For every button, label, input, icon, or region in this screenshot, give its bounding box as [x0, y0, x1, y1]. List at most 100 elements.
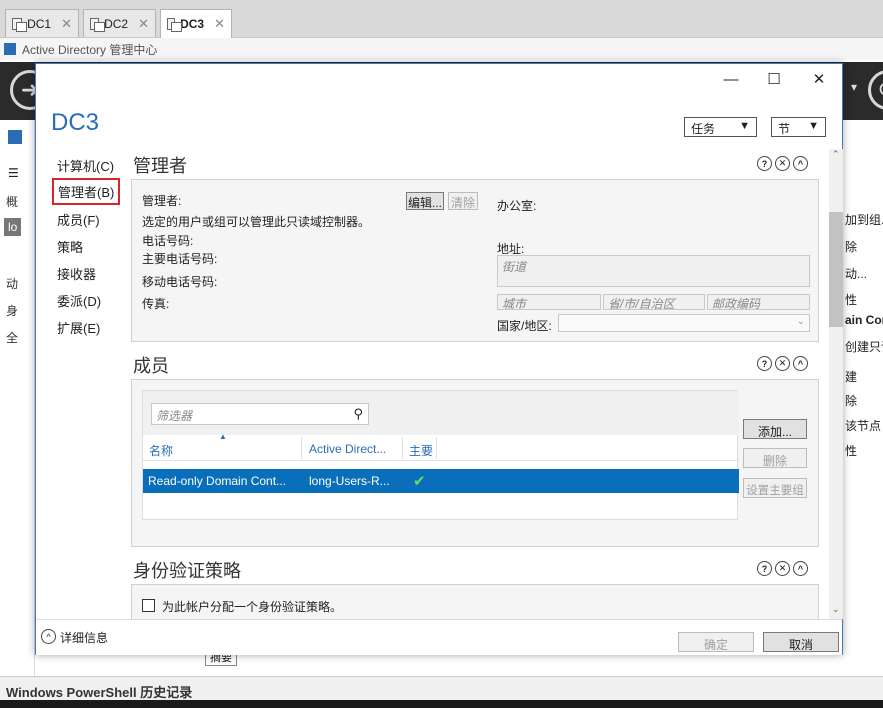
search-icon[interactable]: ⚲: [353, 406, 363, 422]
street-field[interactable]: 街道: [497, 255, 810, 287]
nav-policy[interactable]: 策略: [57, 237, 83, 256]
primary-check-icon: ✔: [413, 473, 426, 490]
clear-button[interactable]: 清除: [448, 192, 478, 210]
country-label: 国家/地区:: [497, 319, 552, 333]
country-select[interactable]: ⌄: [558, 314, 810, 332]
close-icon[interactable]: ✕: [775, 561, 790, 576]
task-node[interactable]: 该节点: [845, 417, 881, 434]
sections-dropdown[interactable]: 节 ▼: [771, 117, 826, 137]
chevron-down-icon[interactable]: ▾: [851, 80, 857, 94]
zip-field[interactable]: 邮政编码: [707, 294, 810, 311]
nav-members[interactable]: 成员(F): [57, 210, 100, 229]
members-panel: 筛选器 ⚲ 名称 ▲ Active Direct... 主要 Read-only…: [131, 379, 819, 547]
tab-label: DC3: [180, 17, 205, 31]
sections-dropdown-label: 节: [778, 122, 791, 136]
column-ad-path[interactable]: Active Direct...: [309, 442, 386, 456]
task-properties-2[interactable]: 性: [845, 442, 857, 459]
scroll-down-icon[interactable]: ⌄: [832, 604, 840, 615]
help-icon[interactable]: ?: [757, 356, 772, 371]
column-divider: [436, 437, 437, 459]
add-member-button[interactable]: 添加...: [743, 419, 807, 439]
chevron-down-icon: ▼: [808, 120, 819, 132]
nav-delegation[interactable]: 委派(D): [57, 291, 101, 310]
bg-nav-identity[interactable]: 身: [6, 302, 18, 319]
collapse-icon[interactable]: ^: [793, 356, 808, 371]
close-icon[interactable]: ✕: [61, 16, 72, 32]
task-add-to-group[interactable]: 加到组...: [845, 211, 883, 228]
column-name[interactable]: 名称: [149, 442, 173, 459]
column-divider: [402, 437, 403, 459]
minimize-button[interactable]: —: [716, 68, 746, 90]
chevron-down-icon: ⌄: [796, 316, 805, 327]
list-icon[interactable]: ☰: [8, 166, 19, 180]
tab-label: DC1: [27, 16, 52, 31]
task-properties[interactable]: 性: [845, 291, 857, 308]
ok-button[interactable]: 确定: [678, 632, 754, 652]
bg-nav-overview[interactable]: 概: [6, 193, 18, 210]
auth-policy-checkbox[interactable]: [142, 599, 155, 612]
expand-details-icon[interactable]: ^: [41, 629, 56, 644]
manager-label: 管理者:: [142, 194, 182, 208]
filter-placeholder: 筛选器: [156, 409, 193, 423]
task-move[interactable]: 动...: [845, 265, 867, 282]
powershell-history-label[interactable]: Windows PowerShell 历史记录: [0, 676, 883, 700]
server-icon: [90, 17, 106, 32]
task-section-header: ain Cor: [845, 313, 883, 327]
task-delete[interactable]: 除: [845, 392, 857, 409]
users-icon[interactable]: [8, 130, 22, 144]
collapse-icon[interactable]: ^: [793, 561, 808, 576]
properties-dialog: — ☐ ✕ DC3 任务 ▼ 节 ▼ 计算机(C) 管理者(B) 成员(F) 策…: [35, 63, 843, 655]
close-icon[interactable]: ✕: [138, 16, 149, 32]
city-field[interactable]: 城市: [497, 294, 601, 311]
column-header-row: 名称 ▲ Active Direct... 主要: [143, 432, 739, 461]
tab-dc3[interactable]: DC3 ✕: [160, 9, 232, 38]
close-icon[interactable]: ✕: [775, 356, 790, 371]
state-field[interactable]: 省/市/自治区: [603, 294, 705, 311]
maximize-button[interactable]: ☐: [759, 68, 789, 90]
section-auth-policy-heading: 身份验证策略: [133, 561, 241, 581]
refresh-icon[interactable]: ⟳: [868, 70, 883, 110]
scroll-up-icon[interactable]: ⌃: [832, 149, 840, 160]
tab-dc2[interactable]: DC2 ✕: [83, 9, 156, 37]
office-label: 办公室:: [497, 199, 537, 213]
app-title-bar: Active Directory 管理中心: [0, 38, 883, 60]
task-create-rodc[interactable]: 创建只读: [845, 338, 883, 355]
bg-nav-dynamic[interactable]: 动: [6, 275, 18, 292]
table-row[interactable]: Read-only Domain Cont... long-Users-R...…: [143, 469, 739, 493]
state-placeholder: 省/市/自治区: [608, 297, 675, 311]
auth-policy-panel: 为此帐户分配一个身份验证策略。: [131, 584, 819, 619]
close-button[interactable]: ✕: [804, 68, 834, 90]
tasks-dropdown-label: 任务: [691, 122, 716, 136]
dialog-footer: ^ 详细信息 确定 取消: [36, 619, 842, 655]
nav-managed-by[interactable]: 管理者(B): [52, 178, 121, 205]
member-name: Read-only Domain Cont...: [148, 474, 287, 488]
task-create[interactable]: 建: [845, 368, 857, 385]
nav-extensions[interactable]: 扩展(E): [57, 318, 100, 337]
bg-nav-global-search[interactable]: 全: [6, 329, 18, 346]
bg-nav-domain[interactable]: lo: [4, 218, 22, 236]
nav-receiver[interactable]: 接收器: [57, 264, 96, 283]
filter-input[interactable]: 筛选器 ⚲: [151, 403, 369, 425]
task-remove[interactable]: 除: [845, 238, 857, 255]
tasks-dropdown[interactable]: 任务 ▼: [684, 117, 757, 137]
section-managed-by-heading: 管理者: [133, 156, 187, 176]
tab-dc1[interactable]: DC1 ✕: [5, 9, 79, 37]
remove-member-button[interactable]: 删除: [743, 448, 807, 468]
cancel-button[interactable]: 取消: [763, 632, 839, 652]
section-controls: ? ✕ ^: [757, 156, 808, 171]
city-placeholder: 城市: [502, 297, 527, 311]
collapse-icon[interactable]: ^: [793, 156, 808, 171]
column-primary[interactable]: 主要: [409, 442, 433, 459]
help-icon[interactable]: ?: [757, 156, 772, 171]
edit-button[interactable]: 编辑...: [406, 192, 444, 210]
set-primary-group-button[interactable]: 设置主要组: [743, 478, 807, 498]
section-members-heading: 成员: [133, 356, 169, 376]
details-label[interactable]: 详细信息: [60, 629, 108, 646]
dialog-nav: 计算机(C) 管理者(B) 成员(F) 策略 接收器 委派(D) 扩展(E): [36, 152, 129, 652]
help-icon[interactable]: ?: [757, 561, 772, 576]
chevron-down-icon: ▼: [739, 120, 750, 132]
scrollbar-thumb[interactable]: [829, 212, 843, 327]
close-icon[interactable]: ✕: [214, 16, 225, 32]
close-icon[interactable]: ✕: [775, 156, 790, 171]
nav-computer[interactable]: 计算机(C): [57, 156, 114, 175]
